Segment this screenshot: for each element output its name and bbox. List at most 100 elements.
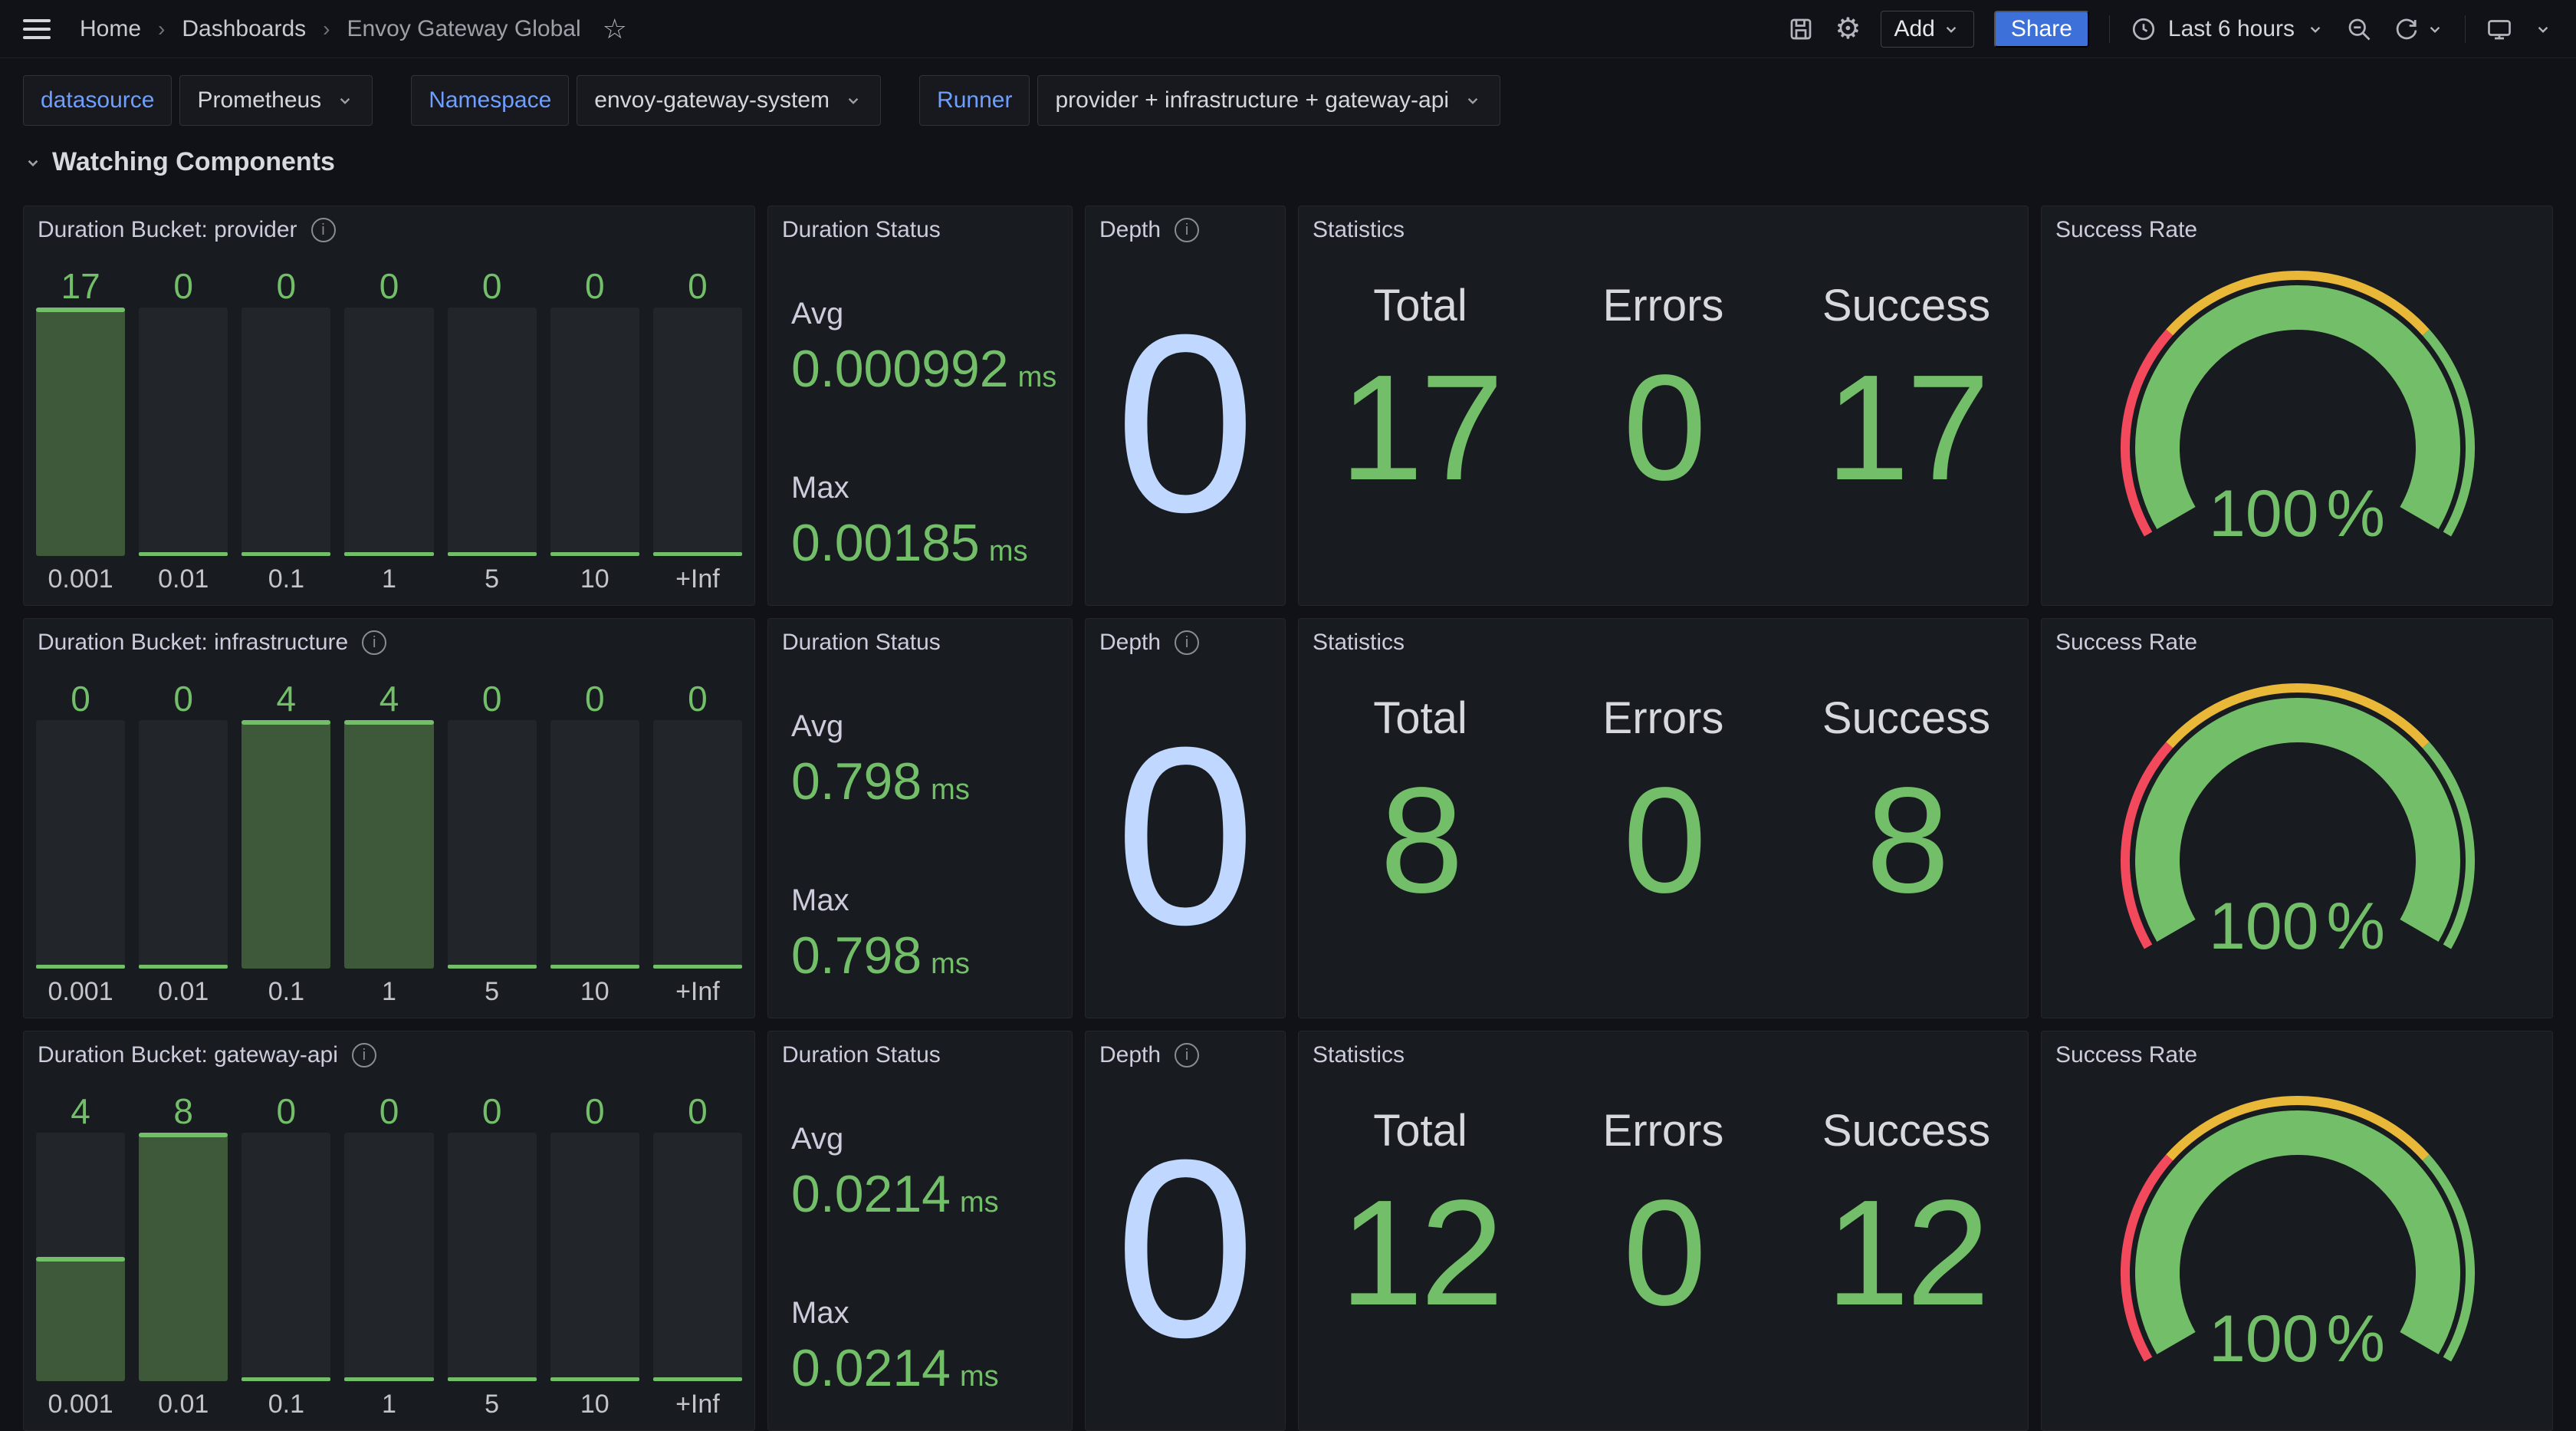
info-icon[interactable]: i (1175, 1043, 1199, 1067)
bar-value-label: 0 (36, 677, 125, 720)
stat-total: Total 17 (1299, 280, 1542, 605)
bar-track (139, 720, 228, 969)
info-icon[interactable]: i (1175, 218, 1199, 242)
bar-axis-label: 0.01 (139, 1381, 228, 1421)
stat-errors: Errors 0 (1542, 692, 1785, 1018)
bar-axis-label: 5 (448, 969, 537, 1008)
time-range-picker[interactable]: Last 6 hours (2130, 15, 2325, 43)
bar-track (344, 308, 433, 556)
panel-title: Duration Status (782, 217, 941, 243)
bucket-bar: 05 (448, 1090, 537, 1421)
bar-axis-label: 0.01 (139, 969, 228, 1008)
bar-value-label: 4 (36, 1090, 125, 1133)
star-icon[interactable]: ☆ (603, 13, 627, 45)
gauge-value: 100 % (2042, 476, 2552, 552)
stat-max-value: 0.0214 (791, 1338, 951, 1398)
variable-runner: Runner provider + infrastructure + gatew… (919, 75, 1500, 126)
namespace-dropdown[interactable]: envoy-gateway-system (577, 75, 881, 126)
refresh-icon[interactable] (2393, 15, 2420, 43)
row-toggle-watching-components[interactable]: Watching Components (0, 126, 2576, 177)
bar-axis-label: 0.001 (36, 969, 125, 1008)
panel-header: Depth i (1086, 619, 1285, 666)
chevron-down-icon (2305, 19, 2325, 39)
zoom-out-icon[interactable] (2345, 15, 2373, 43)
panel-duration-status: Duration Status Avg 0.0214 ms Max 0.0214… (767, 1031, 1073, 1431)
bar-axis-label: 1 (344, 969, 433, 1008)
stat-avg-value: 0.000992 (791, 339, 1009, 399)
chevron-down-icon (1463, 90, 1483, 110)
panel-header: Statistics (1299, 1031, 2028, 1079)
bar-value-label: 0 (448, 265, 537, 308)
panel-depth: Depth i 0 (1085, 618, 1286, 1018)
bucket-bar: 01 (344, 265, 433, 596)
gauge-value-number: 100 (2209, 476, 2319, 552)
save-icon[interactable] (1787, 15, 1815, 43)
bar-track (344, 720, 433, 969)
bar-value-label: 0 (550, 265, 639, 308)
stat-total-value: 8 (1380, 765, 1460, 916)
panel-header: Success Rate (2042, 1031, 2552, 1079)
share-button[interactable]: Share (1994, 11, 2089, 48)
bar-track (448, 1133, 537, 1381)
panel-title: Duration Bucket: gateway-api (38, 1042, 338, 1068)
bucket-bar: 0 0.001 (36, 677, 125, 1008)
gauge-value-number: 100 (2209, 1301, 2319, 1377)
depth-value: 0 (1086, 206, 1285, 605)
toolbar-divider (2465, 15, 2466, 43)
variable-namespace: Namespace envoy-gateway-system (411, 75, 881, 126)
stat-errors-label: Errors (1603, 692, 1724, 744)
stat-total-value: 17 (1339, 353, 1500, 503)
stat-avg-label: Avg (791, 1122, 999, 1156)
panel-header: Depth i (1086, 206, 1285, 254)
stat-avg-unit: ms (960, 1186, 999, 1219)
bucket-bar: 0+Inf (653, 265, 742, 596)
gear-icon[interactable]: ⚙ (1835, 15, 1861, 44)
bucket-bar: 05 (448, 677, 537, 1008)
bucket-bar: 4 0.001 (36, 1090, 125, 1421)
stat-max-label: Max (791, 471, 1027, 505)
panel-title: Statistics (1313, 630, 1405, 656)
bar-fill (139, 1133, 228, 1381)
breadcrumb-dashboards[interactable]: Dashboards (182, 16, 306, 42)
bucket-bar: 170.001 (36, 265, 125, 596)
stat-max: Max 0.0214 ms (791, 1296, 999, 1398)
chevron-down-icon[interactable] (2533, 19, 2553, 39)
info-icon[interactable]: i (362, 630, 386, 655)
bar-zero-line (242, 1377, 330, 1381)
bar-value-label: 0 (242, 1090, 330, 1133)
add-button[interactable]: Add (1881, 11, 1973, 48)
info-icon[interactable]: i (352, 1043, 376, 1067)
panel-title: Duration Status (782, 630, 941, 656)
stat-max-unit: ms (960, 1360, 999, 1393)
panel-success-rate: Success Rate 100 % (2041, 206, 2553, 606)
panel-title: Duration Bucket: provider (38, 217, 297, 243)
panel-title: Success Rate (2055, 1042, 2197, 1068)
panel-title: Success Rate (2055, 217, 2197, 243)
bar-zero-line (344, 1377, 433, 1381)
stat-errors-label: Errors (1603, 1105, 1724, 1156)
bucket-bar: 00.1 (242, 1090, 330, 1421)
stat-total-value: 12 (1339, 1178, 1500, 1328)
panel-header: Duration Status (768, 619, 1072, 666)
info-icon[interactable]: i (1175, 630, 1199, 655)
breadcrumb-home[interactable]: Home (80, 16, 141, 42)
stat-errors-label: Errors (1603, 280, 1724, 331)
chevron-down-icon[interactable] (2425, 19, 2445, 39)
runner-dropdown[interactable]: provider + infrastructure + gateway-api (1037, 75, 1500, 126)
panel-header: Duration Bucket: provider i (24, 206, 754, 254)
toolbar-divider (2109, 15, 2110, 43)
bar-track (653, 308, 742, 556)
bar-axis-label: 0.001 (36, 1381, 125, 1421)
variable-label: datasource (23, 75, 172, 126)
stat-success-value: 12 (1825, 1178, 1986, 1328)
panel-header: Success Rate (2042, 206, 2552, 254)
stat-errors: Errors 0 (1542, 1105, 1785, 1430)
datasource-dropdown[interactable]: Prometheus (179, 75, 373, 126)
panels-grid: Duration Bucket: provider i 170.00100.01… (23, 206, 2553, 1431)
info-icon[interactable]: i (311, 218, 336, 242)
monitor-icon[interactable] (2486, 15, 2513, 43)
stat-success-label: Success (1822, 280, 1990, 331)
bucket-bars: 40.00180.0100.101050100+Inf (36, 1090, 742, 1421)
bar-value-label: 0 (550, 677, 639, 720)
menu-icon[interactable] (23, 19, 51, 39)
